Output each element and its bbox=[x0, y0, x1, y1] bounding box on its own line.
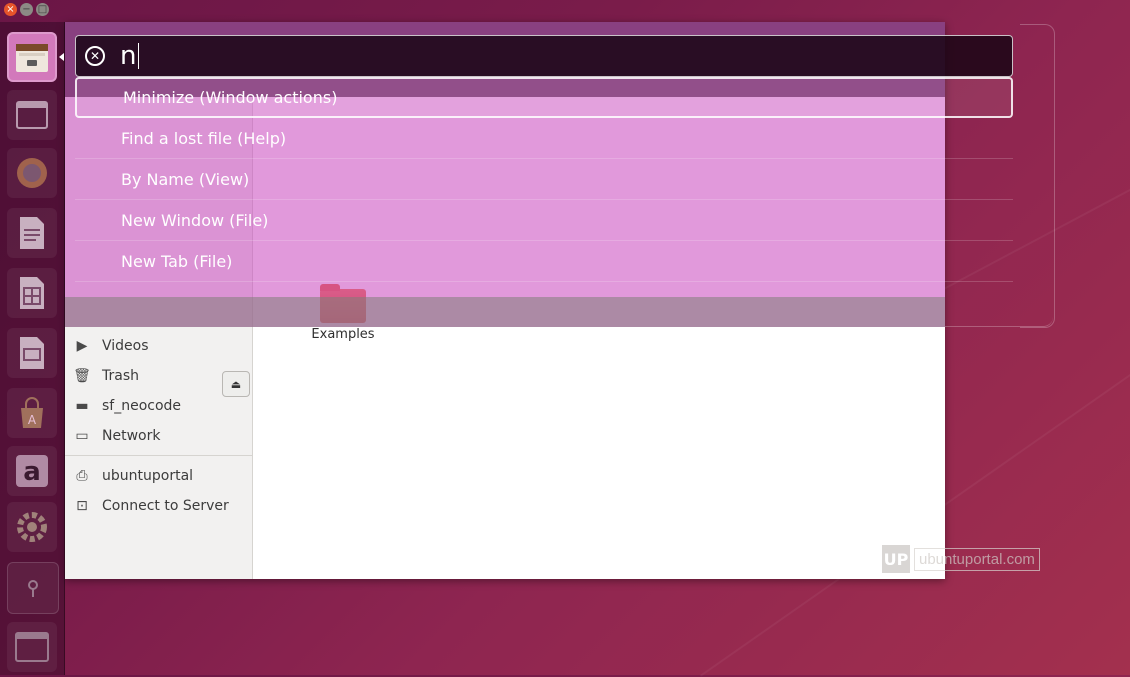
hud-overlay-strip bbox=[65, 297, 945, 327]
hud-result-label: New Tab (File) bbox=[121, 251, 233, 271]
server-icon: ⊡ bbox=[76, 498, 88, 514]
bookmark-icon: ⎙ bbox=[76, 468, 88, 484]
hud-result-label: By Name (View) bbox=[121, 169, 250, 189]
maximize-button[interactable]: □ bbox=[36, 3, 49, 16]
drive-icon: ▬ bbox=[75, 398, 89, 414]
sidebar-item-trash[interactable]: 🗑 Trash bbox=[73, 363, 139, 389]
files-icon bbox=[16, 44, 48, 72]
sidebar-item-connect-server[interactable]: ⊡ Connect to Server bbox=[73, 493, 229, 519]
amazon-icon: a bbox=[16, 455, 48, 487]
calc-icon bbox=[20, 277, 44, 309]
launcher-item-window[interactable] bbox=[7, 90, 57, 140]
hud-frame bbox=[1020, 24, 1055, 328]
launcher-item-calc[interactable] bbox=[7, 268, 57, 318]
writer-icon bbox=[20, 217, 44, 249]
impress-icon bbox=[20, 337, 44, 369]
usb-icon bbox=[28, 580, 38, 597]
workspace-icon bbox=[15, 632, 49, 662]
hud-frame-corner bbox=[945, 296, 1053, 327]
sidebar-item-videos[interactable]: ▶ Videos bbox=[73, 333, 149, 359]
window-icon bbox=[16, 101, 48, 129]
launcher-item-workspace[interactable] bbox=[7, 622, 57, 672]
hud-search-input[interactable]: ✕ n bbox=[75, 35, 1013, 77]
svg-text:A: A bbox=[28, 413, 37, 427]
watermark: UP ubuntuportal.com bbox=[882, 545, 1040, 573]
sidebar-separator bbox=[65, 455, 252, 456]
window-controls: × − □ bbox=[4, 3, 49, 16]
software-center-icon: A bbox=[21, 397, 43, 428]
launcher-item-impress[interactable] bbox=[7, 328, 57, 378]
minimize-button[interactable]: − bbox=[20, 3, 33, 16]
hud-result-new-tab[interactable]: New Tab (File) bbox=[75, 241, 1013, 282]
hud-result-by-name[interactable]: By Name (View) bbox=[75, 159, 1013, 200]
eject-button[interactable]: ⏏ bbox=[222, 371, 250, 397]
hud-results-list: Minimize (Window actions) Find a lost fi… bbox=[75, 77, 1013, 282]
hud-result-minimize[interactable]: Minimize (Window actions) bbox=[75, 77, 1013, 118]
sidebar-item-label: sf_neocode bbox=[102, 398, 182, 414]
launcher-item-writer[interactable] bbox=[7, 208, 57, 258]
launcher-item-software-center[interactable]: A bbox=[7, 388, 57, 438]
launcher-item-firefox[interactable] bbox=[7, 148, 57, 198]
sidebar-item-sf-neocode[interactable]: ▬ sf_neocode bbox=[73, 393, 181, 419]
launcher: A a bbox=[0, 22, 65, 675]
svg-text:a: a bbox=[23, 457, 41, 487]
sidebar-item-label: ubuntuportal bbox=[102, 468, 194, 484]
network-icon: ▭ bbox=[75, 428, 89, 444]
trash-icon: 🗑 bbox=[73, 368, 91, 384]
search-query: n bbox=[120, 41, 137, 71]
video-icon: ▶ bbox=[76, 338, 88, 354]
hud-result-label: Minimize (Window actions) bbox=[123, 88, 338, 107]
clear-search-icon[interactable]: ✕ bbox=[85, 46, 105, 66]
sidebar-item-label: Connect to Server bbox=[102, 498, 229, 514]
firefox-icon bbox=[17, 158, 47, 188]
text-caret bbox=[138, 43, 140, 69]
sidebar-item-label: Videos bbox=[102, 338, 149, 354]
settings-icon bbox=[17, 512, 47, 542]
hud-result-label: New Window (File) bbox=[121, 210, 269, 230]
launcher-active-arrow bbox=[59, 53, 64, 61]
hud-result-find-lost-file[interactable]: Find a lost file (Help) bbox=[75, 118, 1013, 159]
sidebar-item-label: Network bbox=[102, 428, 161, 444]
sidebar-item-label: Trash bbox=[102, 368, 139, 384]
launcher-item-amazon[interactable]: a bbox=[7, 446, 57, 496]
launcher-item-settings[interactable] bbox=[7, 502, 57, 552]
close-button[interactable]: × bbox=[4, 3, 17, 16]
hud-result-new-window[interactable]: New Window (File) bbox=[75, 200, 1013, 241]
sidebar-item-network[interactable]: ▭ Network bbox=[73, 423, 160, 449]
watermark-logo: UP bbox=[882, 545, 910, 573]
launcher-item-usb[interactable] bbox=[7, 562, 59, 614]
hud-result-label: Find a lost file (Help) bbox=[121, 128, 287, 148]
sidebar-item-ubuntuportal[interactable]: ⎙ ubuntuportal bbox=[73, 463, 193, 489]
launcher-item-files[interactable] bbox=[7, 32, 57, 82]
folder-label: Examples bbox=[311, 327, 375, 342]
watermark-text: ubuntuportal.com bbox=[914, 547, 1040, 571]
